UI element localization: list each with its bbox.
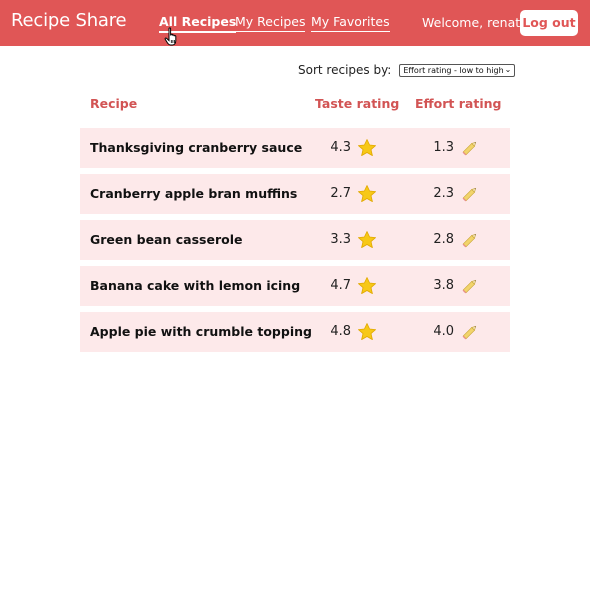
effort-rating-value: 4.0 — [433, 324, 454, 339]
chevron-down-icon: ⌄ — [504, 65, 512, 74]
sort-select[interactable]: Effort rating - low to high ⌄ — [399, 63, 516, 77]
hand-cursor-icon — [164, 27, 177, 46]
column-header-taste-rating: Taste rating — [315, 96, 400, 111]
nav-link-my-favorites[interactable]: My Favorites — [311, 14, 390, 32]
sort-selected-value: Effort rating - low to high — [403, 65, 504, 75]
effort-rating-value: 2.8 — [433, 232, 454, 247]
column-header-recipe: Recipe — [90, 96, 138, 111]
brand-logo[interactable]: Recipe Share — [11, 10, 127, 31]
effort-rating-value: 1.3 — [433, 140, 454, 155]
recipe-row[interactable]: Banana cake with lemon icing 4.7 3.8 — [80, 266, 510, 306]
recipe-row[interactable]: Green bean casserole 3.3 2.8 — [80, 220, 510, 260]
pencil-icon — [460, 230, 480, 250]
recipe-name[interactable]: Green bean casserole — [90, 232, 242, 247]
recipe-name[interactable]: Apple pie with crumble topping — [90, 324, 312, 339]
pencil-icon — [460, 138, 480, 158]
star-icon — [357, 322, 377, 342]
star-icon — [357, 230, 377, 250]
taste-rating-value: 2.7 — [330, 186, 351, 201]
taste-rating-value: 4.7 — [330, 278, 351, 293]
column-header-effort-rating: Effort rating — [415, 96, 502, 111]
effort-rating-value: 2.3 — [433, 186, 454, 201]
recipe-name[interactable]: Cranberry apple bran muffins — [90, 186, 297, 201]
pencil-icon — [460, 322, 480, 342]
logout-button[interactable]: Log out — [520, 10, 578, 36]
effort-rating-value: 3.8 — [433, 278, 454, 293]
recipe-row[interactable]: Thanksgiving cranberry sauce 4.3 1.3 — [80, 128, 510, 168]
star-icon — [357, 276, 377, 296]
welcome-text: Welcome, renata — [422, 15, 528, 30]
sort-control: Sort recipes by: Effort rating - low to … — [298, 62, 516, 78]
taste-rating-value: 4.3 — [330, 140, 351, 155]
sort-label: Sort recipes by: — [298, 63, 392, 77]
taste-rating-value: 3.3 — [330, 232, 351, 247]
recipe-row[interactable]: Cranberry apple bran muffins 2.7 2.3 — [80, 174, 510, 214]
pencil-icon — [460, 276, 480, 296]
taste-rating-value: 4.8 — [330, 324, 351, 339]
star-icon — [357, 138, 377, 158]
recipe-name[interactable]: Banana cake with lemon icing — [90, 278, 300, 293]
star-icon — [357, 184, 377, 204]
navbar: Recipe Share All Recipes My Recipes My F… — [0, 0, 590, 46]
nav-link-my-recipes[interactable]: My Recipes — [235, 14, 306, 32]
recipe-name[interactable]: Thanksgiving cranberry sauce — [90, 140, 302, 155]
pencil-icon — [460, 184, 480, 204]
recipe-row[interactable]: Apple pie with crumble topping 4.8 4.0 — [80, 312, 510, 352]
